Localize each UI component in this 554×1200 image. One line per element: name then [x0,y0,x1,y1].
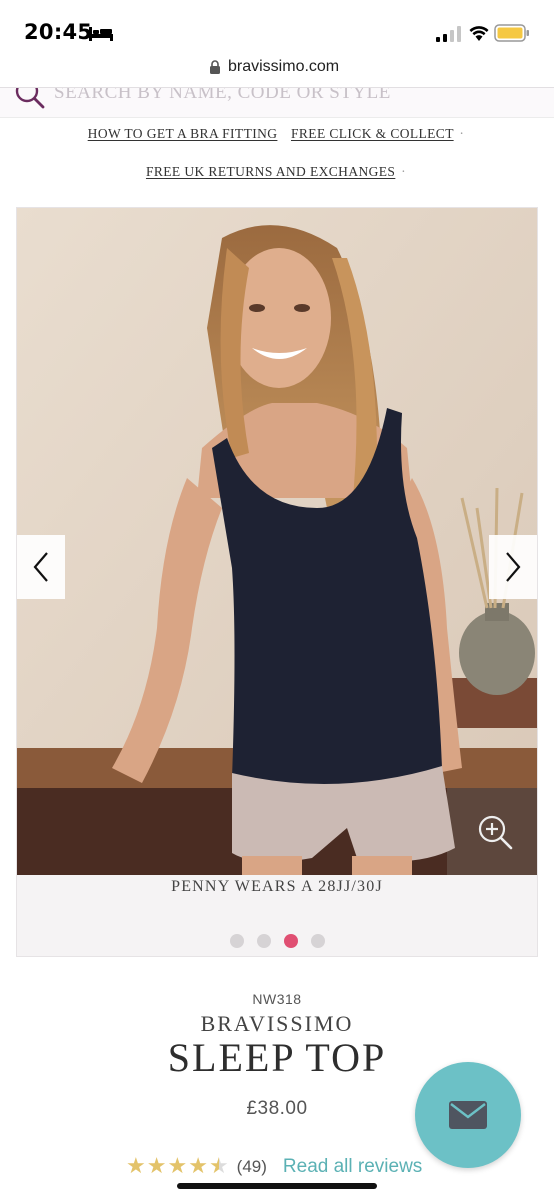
status-bar: 20:45 [0,0,554,56]
bed-icon [89,27,113,41]
mail-icon [449,1101,487,1129]
review-count: (49) [236,1157,267,1176]
product-photo[interactable] [17,208,537,875]
home-indicator [177,1183,377,1189]
url-bar[interactable]: bravissimo.com [0,56,554,88]
promo-links-row-1: HOW TO GET A BRA FITTING FREE CLICK & CO… [0,126,554,142]
status-time: 20:45 [24,20,93,44]
star-icon: ★ [126,1154,146,1179]
promo-links-row-2: FREE UK RETURNS AND EXCHANGES · [0,164,554,180]
url-text: bravissimo.com [228,58,340,75]
separator-dot: · [401,164,407,179]
chevron-left-icon [33,552,48,582]
product-sku: NW318 [252,991,302,1007]
separator-dot: · [459,126,465,141]
read-all-reviews-link[interactable]: Read all reviews [283,1156,422,1178]
gallery-dot[interactable] [310,934,325,948]
bra-fitting-link[interactable]: HOW TO GET A BRA FITTING [88,126,278,141]
gallery-dot[interactable] [229,934,244,948]
wifi-icon [469,26,489,41]
search-input[interactable] [54,88,504,104]
search-icon[interactable] [14,88,46,110]
battery-icon [494,24,529,42]
chevron-right-icon [506,552,521,582]
returns-link[interactable]: FREE UK RETURNS AND EXCHANGES [146,164,395,179]
star-icon: ★ [146,1154,167,1179]
gallery-pagination [17,934,537,948]
click-collect-link[interactable]: FREE CLICK & COLLECT [291,126,454,141]
lock-icon [210,60,220,74]
star-icon: ★ [188,1154,208,1179]
product-gallery[interactable]: PENNY WEARS A 28JJ/30J [16,207,538,957]
signal-icon [436,26,461,42]
photo-caption: PENNY WEARS A 28JJ/30J [171,878,383,895]
product-photo-illustration [17,208,537,875]
search-bar[interactable] [0,88,554,118]
gallery-prev-button[interactable] [17,535,65,599]
star-icon: ★ [167,1154,188,1179]
zoom-in-icon[interactable] [477,814,513,850]
rating-row: ★ ★ ★ ★ ★ (49) Read all reviews [126,1156,422,1178]
gallery-dot-active[interactable] [283,934,298,948]
gallery-next-button[interactable] [489,535,537,599]
star-half-icon: ★ [208,1154,229,1179]
star-rating: ★ ★ ★ ★ ★ [126,1156,229,1178]
gallery-dot[interactable] [256,934,271,948]
contact-mail-button[interactable] [415,1062,521,1168]
